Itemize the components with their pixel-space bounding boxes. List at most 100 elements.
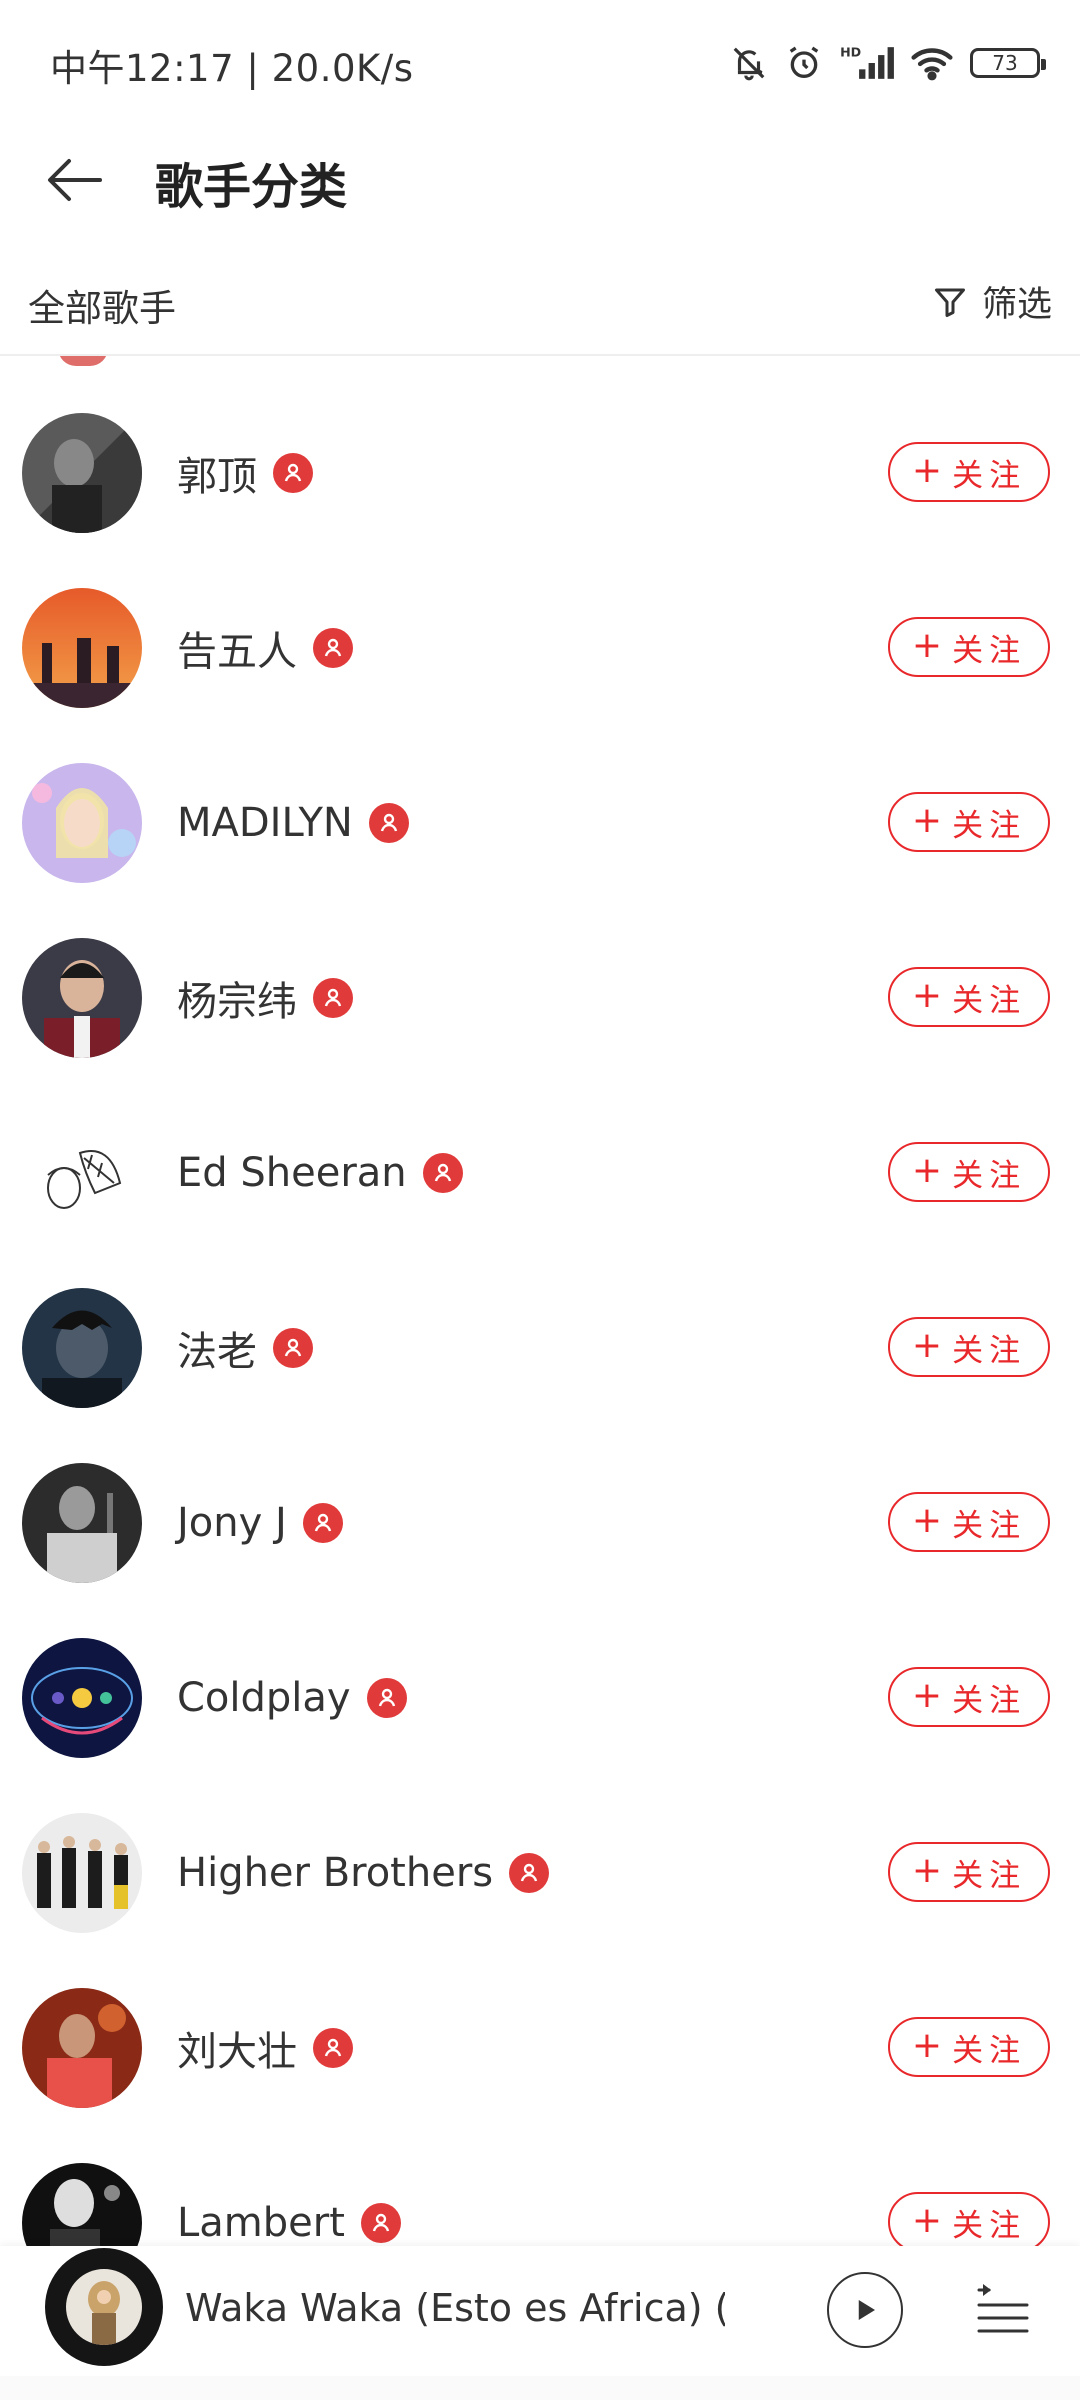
playlist-button[interactable] — [975, 2280, 1031, 2336]
follow-button[interactable]: + 关注 — [888, 1667, 1050, 1727]
artist-avatar[interactable] — [22, 1288, 142, 1408]
artist-name[interactable]: 告五人 — [177, 619, 297, 677]
artist-name[interactable]: Lambert — [177, 2200, 345, 2246]
verified-artist-icon — [313, 628, 353, 668]
artist-avatar[interactable] — [22, 1988, 142, 2108]
artist-avatar[interactable] — [22, 413, 142, 533]
plus-icon: + — [911, 1149, 943, 1191]
follow-button[interactable]: + 关注 — [888, 792, 1050, 852]
top-bar: 歌手分类 — [0, 125, 1080, 230]
status-bar: 中午12:17 | 20.0K/s HD 73 — [0, 0, 1080, 125]
verified-artist-icon — [368, 803, 409, 843]
artist-row[interactable]: MADILYN + 关注 — [0, 706, 1080, 883]
artist-avatar[interactable] — [22, 588, 142, 708]
follow-button[interactable]: + 关注 — [888, 1492, 1050, 1552]
artist-name-group: 杨宗纬 — [177, 971, 353, 1025]
artist-avatar[interactable] — [22, 763, 142, 883]
follow-button[interactable]: + 关注 — [888, 1317, 1050, 1377]
artist-row[interactable]: Coldplay + 关注 — [0, 1581, 1080, 1758]
plus-icon: + — [911, 2024, 943, 2066]
filter-button[interactable]: 筛选 — [932, 276, 1052, 327]
artist-avatar[interactable] — [22, 2163, 142, 2246]
play-icon — [858, 2300, 875, 2320]
artist-avatar[interactable] — [22, 1638, 142, 1758]
artist-name-group: Higher Brothers — [177, 1846, 550, 1900]
arrow-left-icon — [48, 159, 102, 201]
artist-name[interactable]: Coldplay — [177, 1675, 351, 1721]
artist-avatar[interactable] — [22, 1813, 142, 1933]
verified-artist-icon — [366, 1678, 407, 1718]
plus-icon: + — [911, 1849, 943, 1891]
artist-row[interactable]: 法老 + 关注 — [0, 1231, 1080, 1408]
artist-avatar[interactable] — [22, 938, 142, 1058]
artist-name-group: Coldplay — [177, 1671, 407, 1725]
plus-icon: + — [911, 1324, 943, 1366]
plus-icon: + — [911, 799, 943, 841]
back-button[interactable] — [40, 145, 110, 215]
album-cover — [66, 2269, 142, 2345]
artist-row[interactable]: Lambert + 关注 — [0, 2106, 1080, 2246]
artist-row[interactable]: 刘大壮 + 关注 — [0, 1931, 1080, 2108]
follow-button[interactable]: + 关注 — [888, 1142, 1050, 1202]
verified-artist-icon — [273, 453, 313, 493]
artist-name-group: 告五人 — [177, 621, 353, 675]
artist-name[interactable]: 刘大壮 — [177, 2019, 297, 2077]
follow-label: 关注 — [952, 1507, 1027, 1544]
artist-list[interactable]: 郭顶 + 关注 告五人 + 关注 MADILYN + 关注 杨宗纬 + 关注 Ed Sheeran + 关注… — [0, 356, 1080, 2246]
play-button[interactable] — [827, 2272, 903, 2348]
follow-button[interactable]: + 关注 — [888, 617, 1050, 677]
player-disc[interactable] — [45, 2248, 163, 2366]
follow-button[interactable]: + 关注 — [888, 2192, 1050, 2246]
follow-label: 关注 — [952, 632, 1027, 669]
player-song-title[interactable]: Waka Waka (Esto es Africa) (… — [185, 2286, 725, 2330]
artist-row[interactable]: 郭顶 + 关注 — [0, 356, 1080, 533]
artist-name-group: Jony J — [177, 1496, 343, 1550]
artist-row[interactable]: Higher Brothers + 关注 — [0, 1756, 1080, 1933]
battery-level: 73 — [992, 51, 1018, 75]
follow-label: 关注 — [952, 1682, 1027, 1719]
artist-avatar[interactable] — [22, 1113, 142, 1233]
wifi-icon — [910, 44, 954, 82]
artist-name[interactable]: MADILYN — [177, 800, 353, 846]
mini-player[interactable]: Waka Waka (Esto es Africa) (… — [0, 2246, 1080, 2376]
battery-icon: 73 — [970, 48, 1046, 78]
artist-row[interactable]: 杨宗纬 + 关注 — [0, 881, 1080, 1058]
alarm-icon — [784, 43, 824, 83]
bottom-strip — [0, 2376, 1080, 2400]
all-artists-label: 全部歌手 — [28, 287, 176, 330]
follow-button[interactable]: + 关注 — [888, 442, 1050, 502]
follow-label: 关注 — [952, 1332, 1027, 1369]
artist-name-group: 法老 — [177, 1321, 313, 1375]
playlist-icon — [977, 2284, 1029, 2333]
status-time-speed: 中午12:17 | 20.0K/s — [50, 47, 414, 90]
artist-name[interactable]: 杨宗纬 — [177, 969, 297, 1027]
filter-label: 筛选 — [981, 285, 1052, 325]
plus-icon: + — [911, 1499, 943, 1541]
follow-label: 关注 — [952, 457, 1027, 494]
follow-button[interactable]: + 关注 — [888, 1842, 1050, 1902]
follow-button[interactable]: + 关注 — [888, 967, 1050, 1027]
verified-artist-icon — [422, 1153, 463, 1193]
svg-text:HD: HD — [840, 45, 861, 60]
plus-icon: + — [911, 974, 943, 1016]
follow-button[interactable]: + 关注 — [888, 2017, 1050, 2077]
verified-artist-icon — [313, 978, 353, 1018]
artist-row[interactable]: Jony J + 关注 — [0, 1406, 1080, 1583]
follow-label: 关注 — [952, 1157, 1027, 1194]
mute-icon — [730, 44, 768, 82]
plus-icon: + — [911, 449, 943, 491]
artist-name[interactable]: Jony J — [177, 1500, 287, 1546]
artist-row[interactable]: 告五人 + 关注 — [0, 531, 1080, 708]
artist-name-group: Ed Sheeran — [177, 1146, 463, 1200]
artist-name[interactable]: Ed Sheeran — [177, 1150, 407, 1196]
plus-icon: + — [911, 2199, 943, 2241]
artist-avatar[interactable] — [22, 1463, 142, 1583]
artist-name[interactable]: 郭顶 — [177, 444, 257, 502]
artist-name-group: 郭顶 — [177, 446, 313, 500]
artist-name[interactable]: Higher Brothers — [177, 1850, 493, 1896]
artist-row[interactable]: Ed Sheeran + 关注 — [0, 1056, 1080, 1233]
artist-name-group: Lambert — [177, 2196, 401, 2246]
plus-icon: + — [911, 624, 943, 666]
funnel-icon — [934, 288, 965, 317]
artist-name[interactable]: 法老 — [177, 1319, 257, 1377]
